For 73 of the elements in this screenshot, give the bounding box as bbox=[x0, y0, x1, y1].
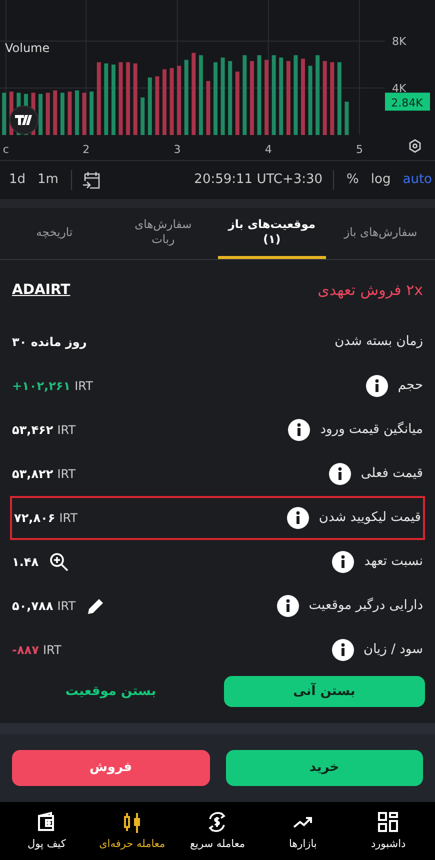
field-label: دارایی درگیر موقعیت bbox=[308, 598, 423, 614]
volume-bar bbox=[170, 68, 174, 135]
zoom-in-icon[interactable] bbox=[48, 552, 69, 572]
field-label: قیمت لیکویید شدن bbox=[318, 510, 421, 526]
volume-bar bbox=[308, 66, 312, 135]
volume-bar bbox=[38, 94, 43, 135]
volume-bar bbox=[82, 92, 86, 135]
tab[interactable]: سفارش‌های ربات bbox=[108, 208, 218, 259]
axis-label: 8K bbox=[392, 35, 406, 48]
info-icon[interactable] bbox=[288, 418, 310, 441]
close-position-button[interactable]: بستن موقعیت bbox=[10, 676, 212, 707]
volume-bar bbox=[140, 97, 145, 135]
tab[interactable]: موقعیت‌های باز (۱) bbox=[218, 208, 326, 259]
field-label: میانگین قیمت ورود bbox=[320, 422, 423, 438]
axis-label: 5 bbox=[356, 143, 363, 156]
field-value: ۱.۴۸ bbox=[12, 554, 39, 569]
axis-label: c bbox=[2, 143, 9, 156]
grid-icon bbox=[377, 811, 400, 834]
buy-button[interactable]: خرید bbox=[226, 750, 423, 786]
axis-label: 4 bbox=[264, 143, 272, 156]
scale-option[interactable]: % bbox=[344, 170, 362, 190]
tab[interactable]: سفارش‌های باز bbox=[326, 208, 435, 259]
info-icon[interactable] bbox=[286, 506, 309, 529]
scale-option[interactable]: auto bbox=[400, 170, 435, 190]
symbol-link[interactable]: ADAIRT bbox=[12, 282, 70, 298]
scale-option[interactable]: log bbox=[368, 170, 394, 190]
tab[interactable]: تاریخچه bbox=[0, 208, 109, 259]
field-label: زمان بسته شدن bbox=[334, 334, 423, 350]
field-label: نسبت تعهد bbox=[364, 554, 423, 570]
calendar-icon[interactable] bbox=[82, 170, 102, 189]
position-side: ۲x فروش تعهدی bbox=[318, 280, 423, 299]
nav-item[interactable]: بازارها bbox=[260, 802, 346, 860]
volume-bar bbox=[235, 72, 240, 135]
axis-label: 4K bbox=[392, 82, 406, 96]
volume-bar bbox=[177, 66, 182, 135]
volume-bar bbox=[2, 92, 6, 135]
volume-bar bbox=[344, 102, 349, 135]
volume-bar bbox=[60, 92, 64, 135]
volume-bar bbox=[148, 77, 152, 135]
field-label: سود / زیان bbox=[364, 642, 423, 658]
field-value: ۳۰ روز مانده bbox=[12, 334, 87, 349]
nav-item[interactable]: معامله حرفه‌ای bbox=[89, 802, 175, 860]
interval-button[interactable]: 1m bbox=[34, 170, 62, 190]
field-label: قیمت فعلی bbox=[360, 466, 423, 482]
axis-label: 2 bbox=[82, 143, 90, 156]
field-label: حجم bbox=[398, 378, 423, 394]
price-tag: 2.84K bbox=[385, 92, 430, 111]
settings-icon[interactable] bbox=[409, 139, 421, 153]
info-icon[interactable] bbox=[332, 638, 354, 661]
volume-bar bbox=[133, 63, 138, 135]
info-icon[interactable] bbox=[366, 374, 388, 397]
volume-bar bbox=[90, 92, 94, 135]
volume-bar bbox=[162, 69, 166, 135]
volume-bar bbox=[111, 64, 116, 135]
interval-button[interactable]: 1d bbox=[6, 170, 29, 190]
volume-bar bbox=[68, 92, 72, 135]
close-position-button[interactable]: بستن آنی bbox=[224, 676, 425, 707]
volume-bar bbox=[75, 90, 79, 135]
info-icon[interactable] bbox=[328, 462, 351, 485]
volume-bar bbox=[206, 81, 210, 135]
nav-item[interactable]: کیف پول bbox=[4, 802, 90, 860]
clock-text: 20:59:11 UTC+3:30 bbox=[194, 172, 323, 188]
axis-label: 3 bbox=[174, 143, 181, 156]
volume-bar bbox=[104, 63, 108, 135]
chart-legend: Volume bbox=[5, 41, 50, 55]
nav-item[interactable]: معامله سریع bbox=[174, 802, 260, 860]
volume-bar bbox=[46, 92, 50, 135]
volume-bar bbox=[53, 90, 58, 135]
nav-item[interactable]: داشبورد bbox=[346, 802, 431, 860]
info-icon[interactable] bbox=[332, 550, 354, 573]
info-icon[interactable] bbox=[276, 594, 299, 617]
volume-bar bbox=[155, 76, 160, 135]
sell-button[interactable]: فروش bbox=[12, 750, 210, 786]
